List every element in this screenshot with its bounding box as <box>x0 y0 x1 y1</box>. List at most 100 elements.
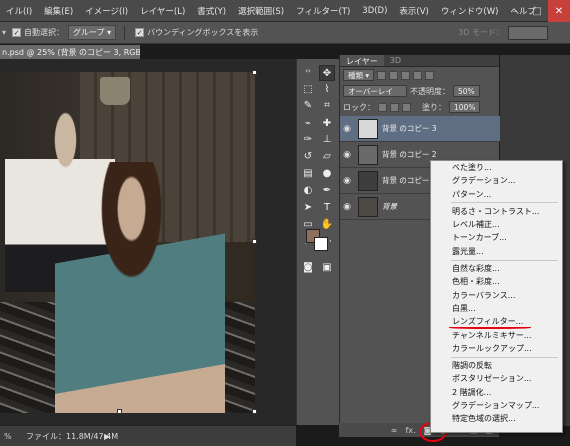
opacity-field[interactable]: 50% <box>453 85 480 97</box>
lock-all-icon[interactable] <box>402 102 411 112</box>
kind-filter-dropdown[interactable]: 種類 ▾ <box>343 69 375 81</box>
menu-item-color-lookup[interactable]: カラールックアップ... <box>431 342 562 355</box>
canvas-image[interactable] <box>0 72 255 413</box>
menu-item-exposure[interactable]: 露光量... <box>431 245 562 258</box>
menu-bar: イル(I) 編集(E) イメージ(I) レイヤー(L) 書式(Y) 選択範囲(S… <box>0 0 570 22</box>
fill-field[interactable]: 100% <box>449 101 481 113</box>
document-title: n.psd @ 25% (背景 のコピー 3, RGB/8#) * <box>2 48 140 57</box>
gradient-tool-icon[interactable]: ▤ <box>300 165 316 181</box>
menu-type[interactable]: 書式(Y) <box>191 5 232 17</box>
visibility-eye-icon[interactable]: ◉ <box>340 176 354 186</box>
minimize-icon[interactable]: – <box>504 0 526 22</box>
transform-handle-bottom[interactable] <box>117 409 122 414</box>
status-bar: % ファイル：11.8M/47.4M ▶ <box>0 425 296 446</box>
menu-file[interactable]: イル(I) <box>0 5 38 17</box>
menu-item-brightness-contrast[interactable]: 明るさ・コントラスト... <box>431 205 562 218</box>
menu-image[interactable]: イメージ(I) <box>79 5 134 17</box>
layer-row[interactable]: ◉ 背景 のコピー 3 <box>340 116 500 142</box>
path-select-tool-icon[interactable]: ➤ <box>300 199 316 215</box>
lasso-tool-icon[interactable]: ⌇ <box>319 81 335 97</box>
lock-pixels-icon[interactable] <box>378 102 387 112</box>
menu-select[interactable]: 選択範囲(S) <box>232 5 290 17</box>
layer-thumbnail <box>358 196 378 217</box>
maximize-icon[interactable]: □ <box>526 0 548 22</box>
menu-item-invert[interactable]: 階調の反転 <box>431 359 562 372</box>
tool-preset-icon[interactable]: ▾ <box>2 28 6 37</box>
menu-item-selective-color[interactable]: 特定色域の選択... <box>431 412 562 425</box>
menu-item-black-white[interactable]: 白黒... <box>431 302 562 315</box>
marquee-tool-icon[interactable]: ⬚ <box>300 81 316 97</box>
menu-divider <box>451 356 558 358</box>
workspace-switcher[interactable] <box>508 25 548 40</box>
hand-tool-icon[interactable]: ✋ <box>319 216 335 232</box>
menu-item-pattern[interactable]: パターン... <box>431 188 562 201</box>
auto-select-checkbox[interactable]: ✓ <box>12 28 22 37</box>
menu-item-gradient-map[interactable]: グラデーションマップ... <box>431 399 562 412</box>
menu-item-gradient[interactable]: グラデーション... <box>431 174 562 187</box>
history-brush-tool-icon[interactable]: ↺ <box>300 148 316 164</box>
dodge-tool-icon[interactable]: ◐ <box>300 182 316 198</box>
panel-tabs: レイヤー 3D <box>340 55 499 67</box>
layer-thumbnail <box>358 118 378 139</box>
menu-item-posterize[interactable]: ポスタリゼーション... <box>431 372 562 385</box>
collapse-toolbar-icon[interactable]: ‹‹ <box>300 63 316 79</box>
blend-mode-dropdown[interactable]: オーバーレイ <box>343 85 407 97</box>
visibility-eye-icon[interactable]: ◉ <box>340 124 354 134</box>
menu-item-channel-mixer[interactable]: チャンネルミキサー... <box>431 329 562 342</box>
menu-edit[interactable]: 編集(E) <box>38 5 79 17</box>
move-tool-icon[interactable]: ✥ <box>319 65 335 81</box>
adjustment-filter-icon[interactable] <box>389 70 399 80</box>
type-filter-icon[interactable] <box>401 70 411 80</box>
auto-select-target-value: グループ <box>73 28 105 37</box>
menu-item-curves[interactable]: トーンカーブ... <box>431 231 562 244</box>
transform-handle-right[interactable] <box>252 239 257 244</box>
eyedropper-tool-icon[interactable]: ⌁ <box>300 115 316 131</box>
document-tab[interactable]: n.psd @ 25% (背景 のコピー 3, RGB/8#) * <box>0 45 140 59</box>
tools-panel: ‹‹ ✥ ⬚ ⌇ ✎ ⌗ ⌁ ✚ ✑ ⊥ ↺ ▱ ▤ ● ◐ ✒ T ➤ ▭ ✋… <box>296 59 339 425</box>
crop-tool-icon[interactable]: ⌗ <box>319 97 335 113</box>
tab-layers[interactable]: レイヤー <box>340 55 384 66</box>
type-tool-icon[interactable]: T <box>319 199 335 215</box>
menu-item-hue-saturation[interactable]: 色相・彩度... <box>431 275 562 288</box>
healing-brush-tool-icon[interactable]: ✚ <box>319 115 335 131</box>
menu-item-threshold[interactable]: 2 階調化... <box>431 386 562 399</box>
smart-object-filter-icon[interactable] <box>425 70 435 80</box>
tab-3d[interactable]: 3D <box>384 55 407 66</box>
clone-stamp-tool-icon[interactable]: ⊥ <box>319 131 335 147</box>
fx-icon[interactable]: fx. <box>405 426 415 435</box>
pen-tool-icon[interactable]: ✒ <box>319 182 335 198</box>
eraser-tool-icon[interactable]: ▱ <box>319 148 335 164</box>
quick-mask-icon[interactable]: ◙ <box>300 259 316 275</box>
close-icon[interactable]: ✕ <box>548 0 570 22</box>
menu-layer[interactable]: レイヤー(L) <box>134 5 191 17</box>
auto-select-target-dropdown[interactable]: グループ ▾ <box>68 25 117 40</box>
menu-divider <box>451 259 558 261</box>
divider <box>124 25 126 40</box>
menu-view[interactable]: 表示(V) <box>393 5 434 17</box>
menu-item-vibrance[interactable]: 自然な彩度... <box>431 262 562 275</box>
transform-handle-bottom-right[interactable] <box>252 409 257 414</box>
quick-select-tool-icon[interactable]: ✎ <box>300 97 316 113</box>
visibility-eye-icon[interactable]: ◉ <box>340 202 354 212</box>
status-menu-arrow-icon[interactable]: ▶ <box>104 432 110 441</box>
visibility-eye-icon[interactable]: ◉ <box>340 150 354 160</box>
blur-tool-icon[interactable]: ● <box>319 165 335 181</box>
screen-mode-icon[interactable]: ▣ <box>319 259 335 275</box>
brush-tool-icon[interactable]: ✑ <box>300 131 316 147</box>
menu-filter[interactable]: フィルター(T) <box>290 5 356 17</box>
menu-3d[interactable]: 3D(D) <box>356 6 393 16</box>
menu-item-solid-color[interactable]: べた塗り... <box>431 161 562 174</box>
lock-position-icon[interactable] <box>390 102 399 112</box>
layer-filter-row: 種類 ▾ <box>340 67 499 83</box>
shape-filter-icon[interactable] <box>413 70 423 80</box>
link-icon[interactable]: ∞ <box>391 426 398 435</box>
menu-item-color-balance[interactable]: カラーバランス... <box>431 289 562 302</box>
layer-name: 背景 <box>382 202 397 211</box>
menu-window[interactable]: ウィンドウ(W) <box>435 5 505 17</box>
menu-item-levels[interactable]: レベル補正... <box>431 218 562 231</box>
transform-controls-checkbox[interactable]: ✓ <box>135 28 145 37</box>
pixel-filter-icon[interactable] <box>377 70 387 80</box>
background-color-swatch[interactable] <box>314 237 328 251</box>
transform-handle-top-right[interactable] <box>252 70 257 75</box>
zoom-level[interactable]: % <box>4 432 26 441</box>
